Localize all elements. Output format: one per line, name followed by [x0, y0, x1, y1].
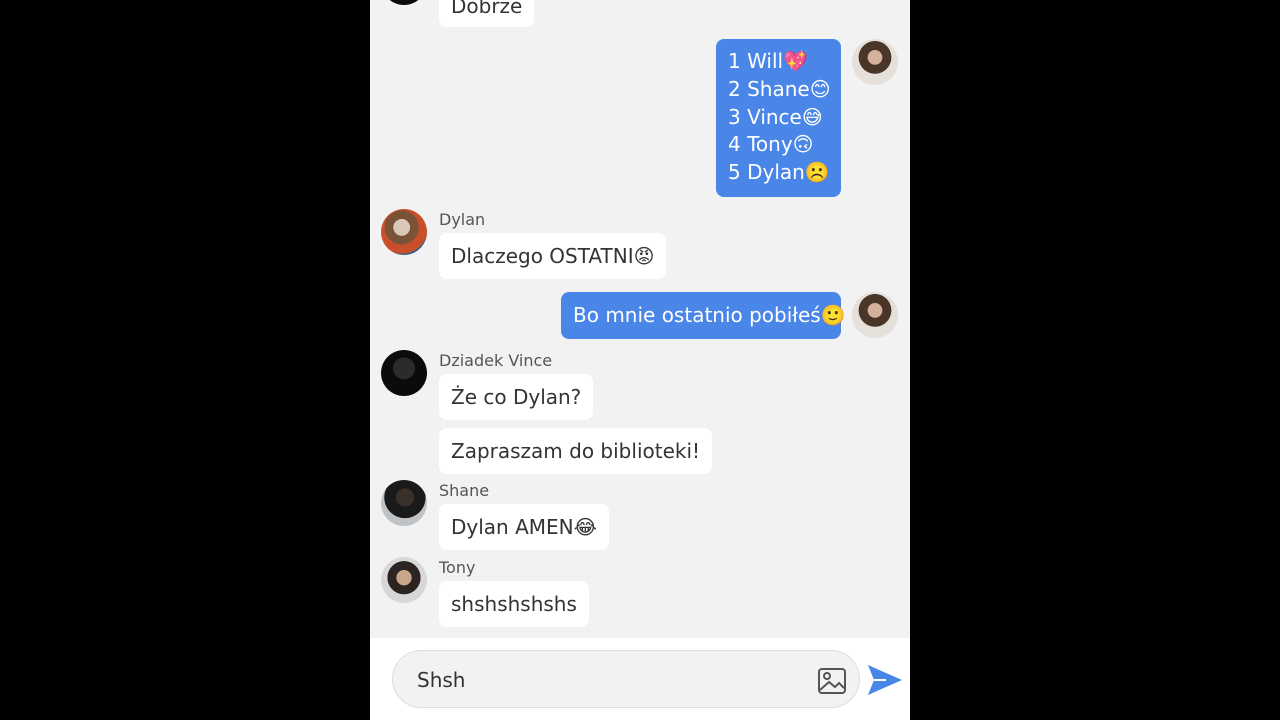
message-bubble: Zapraszam do biblioteki! [439, 428, 713, 474]
message-bubble-outgoing: 1 Will💖 2 Shane😊 3 Vince😅 4 Tony🙃 5 Dyla… [716, 39, 841, 197]
list-line: 5 Dylan☹️ [728, 160, 830, 185]
avatar[interactable] [381, 209, 427, 255]
sender-name: Dziadek Vince [439, 351, 553, 370]
message-bubble: Dylan AMEN😂 [439, 504, 609, 550]
avatar[interactable] [381, 480, 427, 526]
message-bubble: Dlaczego OSTATNI😡 [439, 233, 667, 279]
list-line: 1 Will💖 [728, 49, 808, 73]
message-bubble: shshshshshs [439, 581, 589, 627]
list-line: 2 Shane😊 [728, 76, 831, 101]
chat-screen: Dobrze 1 Will💖 2 Shane😊 3 Vince😅 4 Tony🙃… [370, 0, 910, 720]
list-line: 4 Tony🙃 [728, 132, 814, 157]
sender-name: Tony [439, 558, 476, 577]
avatar[interactable] [381, 0, 427, 5]
send-icon[interactable] [866, 663, 904, 697]
message-bubble: Że co Dylan? [439, 374, 594, 420]
message-input[interactable] [417, 666, 797, 694]
composer-bar [370, 638, 910, 720]
message-bubble: Dobrze [439, 0, 535, 27]
list-line: 3 Vince😅 [728, 104, 823, 129]
avatar[interactable] [852, 39, 898, 85]
image-icon[interactable] [817, 666, 847, 696]
sender-name: Dylan [439, 210, 486, 229]
avatar[interactable] [381, 350, 427, 396]
message-list[interactable]: Dobrze 1 Will💖 2 Shane😊 3 Vince😅 4 Tony🙃… [370, 0, 910, 638]
avatar[interactable] [381, 557, 427, 603]
message-input-container [392, 650, 860, 708]
message-bubble-outgoing: Bo mnie ostatnio pobiłeś🙂 [561, 292, 846, 339]
sender-name: Shane [439, 481, 490, 500]
avatar[interactable] [852, 292, 898, 338]
